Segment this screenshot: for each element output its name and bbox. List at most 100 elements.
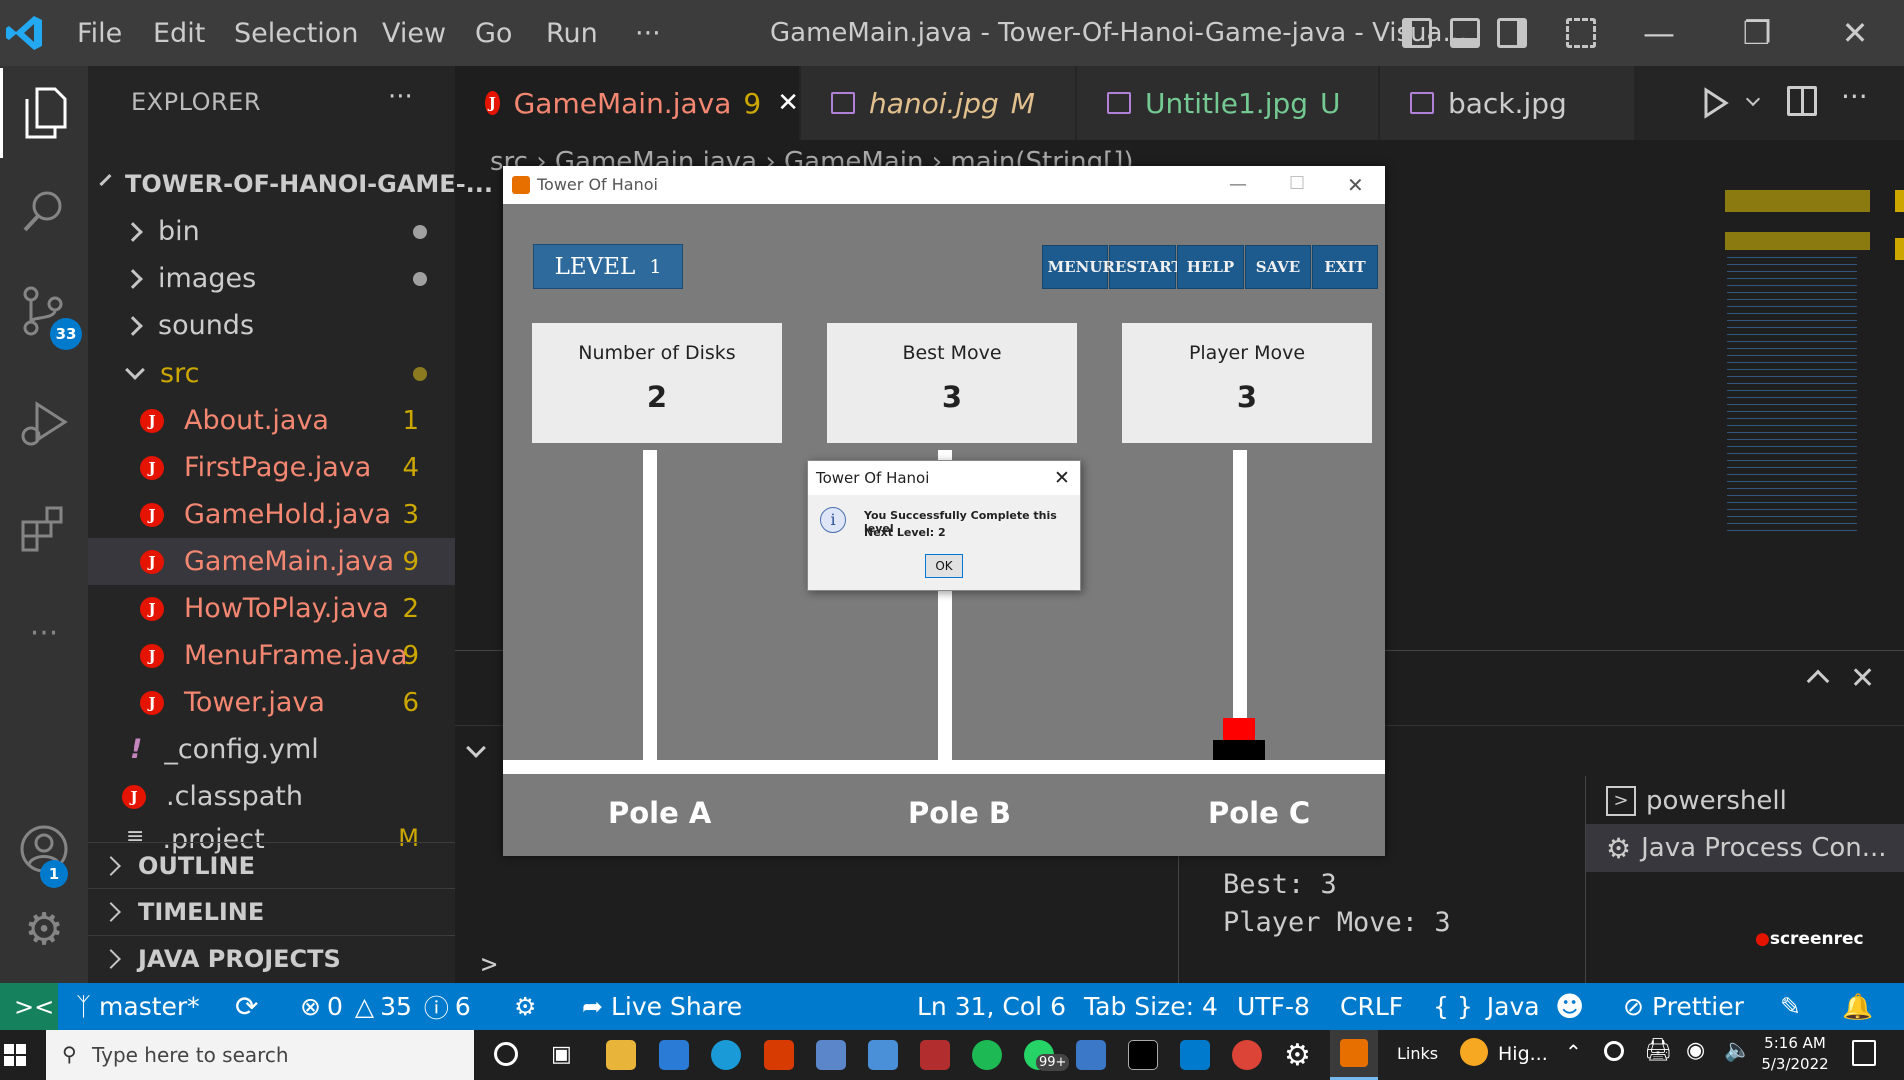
minimize-icon[interactable]: —	[1614, 0, 1704, 66]
section-java-projects[interactable]: JAVA PROJECTS	[88, 935, 455, 981]
file-tower[interactable]: J Tower.java 6	[88, 679, 455, 726]
java-minimize-icon[interactable]: —	[1229, 166, 1247, 204]
file-howtoplay[interactable]: J HowToPlay.java 2	[88, 585, 455, 632]
file-about[interactable]: J About.java 1	[88, 397, 455, 444]
help-button[interactable]: HELP	[1177, 245, 1244, 289]
tab-back[interactable]: back.jpg	[1380, 66, 1635, 140]
restore-icon[interactable]: ❐	[1712, 0, 1802, 66]
folder-bin[interactable]: bin	[88, 208, 455, 255]
notifications-bell-icon[interactable]: 🔔	[1842, 983, 1873, 1030]
java-maximize-icon[interactable]: ☐	[1289, 165, 1305, 203]
weather-text[interactable]: Hig...	[1498, 1043, 1548, 1065]
tray-chevron-icon[interactable]: ⌃	[1565, 1040, 1582, 1064]
save-button[interactable]: SAVE	[1245, 245, 1311, 289]
run-dropdown-icon[interactable]	[1745, 91, 1761, 107]
customize-layout-icon[interactable]	[1566, 18, 1596, 48]
language-mode[interactable]: { } Java	[1433, 983, 1540, 1030]
file-firstpage[interactable]: J FirstPage.java 4	[88, 444, 455, 491]
chevron-down-icon[interactable]	[466, 738, 486, 758]
pole-c[interactable]	[1233, 450, 1247, 760]
run-debug-icon[interactable]	[0, 378, 88, 468]
run-icon[interactable]	[1700, 86, 1730, 120]
more-views-icon[interactable]: ···	[0, 588, 88, 678]
close-panel-icon[interactable]: ✕	[1850, 661, 1875, 696]
feedback-icon[interactable]: ✎	[1780, 983, 1801, 1030]
winrar-icon[interactable]	[920, 1040, 950, 1070]
project-root[interactable]: TOWER-OF-HANOI-GAME-...	[88, 160, 493, 207]
store-icon[interactable]	[868, 1040, 898, 1070]
tray-record-icon[interactable]	[1604, 1041, 1624, 1061]
session-java-process[interactable]: ⚙ Java Process Con...	[1586, 824, 1904, 872]
section-outline[interactable]: OUTLINE	[88, 842, 455, 888]
toggle-secondary-sidebar-icon[interactable]	[1497, 18, 1527, 48]
minimap[interactable]	[1725, 184, 1904, 544]
ok-button[interactable]: OK	[925, 554, 963, 578]
restart-button[interactable]: RESTART	[1102, 245, 1183, 289]
cortana-icon[interactable]	[494, 1042, 518, 1066]
debug-status-icon[interactable]: ⚙	[514, 983, 536, 1030]
edge-icon[interactable]	[711, 1040, 741, 1070]
file-classpath[interactable]: J .classpath	[88, 773, 455, 820]
section-timeline[interactable]: TIMELINE	[88, 888, 455, 934]
disk-small[interactable]	[1223, 718, 1255, 740]
pole-a[interactable]	[643, 450, 657, 760]
extensions-icon[interactable]	[0, 484, 88, 574]
explorer-icon[interactable]	[0, 68, 88, 158]
file-explorer-icon[interactable]	[606, 1040, 636, 1070]
folder-src[interactable]: src	[88, 350, 455, 397]
tab-size[interactable]: Tab Size: 4	[1084, 983, 1218, 1030]
settings-gear-icon[interactable]: ⚙	[0, 884, 88, 974]
file-gamehold[interactable]: J GameHold.java 3	[88, 491, 455, 538]
terminal-prompt[interactable]: >	[481, 949, 497, 980]
sync-icon[interactable]: ⟳	[235, 983, 258, 1030]
end-of-line[interactable]: CRLF	[1340, 983, 1403, 1030]
chrome-icon[interactable]	[1232, 1040, 1262, 1070]
close-tab-icon[interactable]: ✕	[777, 88, 799, 118]
copilot-icon[interactable]: ☻	[1555, 983, 1584, 1030]
photos-icon[interactable]	[1076, 1040, 1106, 1070]
cursor-position[interactable]: Ln 31, Col 6	[917, 983, 1066, 1030]
close-icon[interactable]: ✕	[1810, 0, 1900, 66]
menu-more[interactable]: ···	[635, 0, 661, 66]
clock[interactable]: 5:16 AM 5/3/2022	[1760, 1033, 1830, 1075]
session-powershell[interactable]: > powershell	[1586, 778, 1904, 824]
git-branch[interactable]: ᛉ master*	[76, 983, 200, 1030]
toggle-sidebar-icon[interactable]	[1402, 18, 1432, 48]
menu-go[interactable]: Go	[475, 0, 512, 66]
remote-indicator[interactable]: ><	[0, 983, 58, 1030]
camera-icon[interactable]: ◉	[1686, 1038, 1705, 1063]
settings-app-icon[interactable]: ⚙	[1284, 1038, 1311, 1073]
volume-icon[interactable]: 🔈	[1724, 1038, 1751, 1063]
file-gamemain[interactable]: J GameMain.java 9	[88, 538, 455, 585]
network-icon[interactable]: 🖨	[1644, 1038, 1672, 1063]
menu-button[interactable]: MENU	[1042, 245, 1108, 289]
tab-hanoi[interactable]: hanoi.jpg M	[801, 66, 1076, 140]
menu-edit[interactable]: Edit	[153, 0, 205, 66]
explorer-more-icon[interactable]: ···	[388, 82, 413, 112]
menu-file[interactable]: File	[77, 0, 122, 66]
folder-sounds[interactable]: sounds	[88, 302, 455, 349]
prettier-button[interactable]: ⊘ Prettier	[1623, 983, 1744, 1030]
whatsapp-icon[interactable]: 99+	[1024, 1040, 1070, 1071]
accounts-icon[interactable]: 1	[0, 804, 88, 894]
menu-view[interactable]: View	[382, 0, 446, 66]
toggle-panel-icon[interactable]	[1450, 18, 1480, 48]
maximize-panel-icon[interactable]	[1806, 669, 1830, 693]
terminal-app-icon[interactable]	[1128, 1040, 1158, 1070]
java-close-icon[interactable]: ✕	[1347, 166, 1364, 204]
links-toolbar[interactable]: Links	[1397, 1044, 1438, 1063]
encoding[interactable]: UTF-8	[1237, 983, 1310, 1030]
tab-untitle1[interactable]: Untitle1.jpg U	[1077, 66, 1379, 140]
exit-button[interactable]: EXIT	[1312, 245, 1378, 289]
disk-large[interactable]	[1213, 740, 1265, 760]
search-icon[interactable]	[0, 166, 88, 256]
mail-icon[interactable]	[659, 1040, 689, 1070]
menu-run[interactable]: Run	[546, 0, 598, 66]
windows-start-icon[interactable]	[4, 1044, 26, 1066]
spotify-icon[interactable]	[972, 1040, 1002, 1070]
office-icon[interactable]	[764, 1040, 794, 1070]
java-taskbar-icon[interactable]	[1330, 1030, 1378, 1080]
taskbar-search-input[interactable]: ⚲ Type here to search	[46, 1030, 474, 1080]
file-menuframe[interactable]: J MenuFrame.java 9	[88, 632, 455, 679]
live-share-button[interactable]: ➦ Live Share	[582, 983, 742, 1030]
